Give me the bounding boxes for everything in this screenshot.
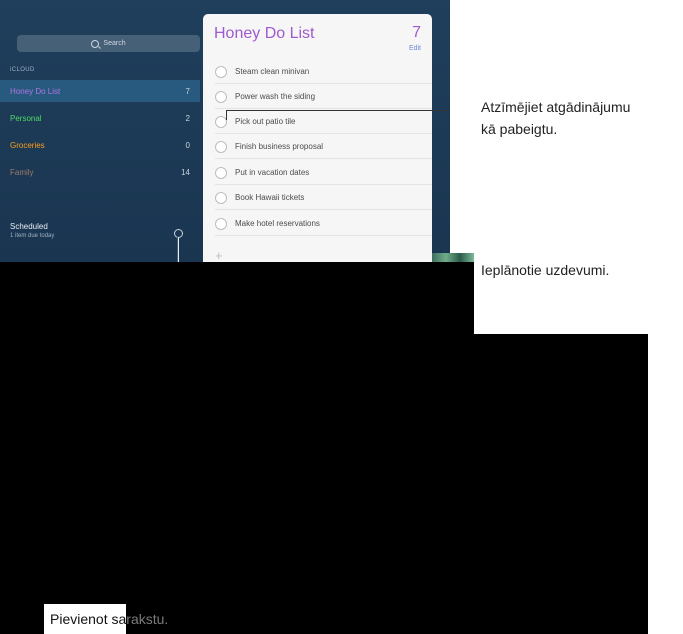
reminder-list-panel: Honey Do List 7 Edit Steam clean minivan…	[203, 14, 432, 262]
section-label-icloud: iCLOUD	[10, 67, 35, 73]
sidebar-item-family[interactable]: Family 14	[0, 161, 200, 183]
callout-scheduled-tasks: Ieplānotie uzdevumi.	[481, 262, 610, 278]
complete-checkbox[interactable]	[215, 166, 227, 179]
sidebar-item-count: 7	[185, 86, 190, 96]
reminder-row[interactable]: Put in vacation dates	[215, 161, 432, 185]
add-reminder-button[interactable]: +	[215, 248, 223, 262]
reminders-screenshot: Search iCLOUD Honey Do List 7 Personal 2…	[0, 0, 450, 262]
sidebar-item-count: 2	[185, 113, 190, 123]
reminder-text: Finish business proposal	[235, 142, 324, 151]
sidebar-item-count: 0	[185, 140, 190, 150]
reminder-row[interactable]: Steam clean minivan	[215, 60, 432, 84]
search-placeholder: Search	[103, 40, 126, 47]
callout-add-list: Pievienot sa rakstu.	[44, 604, 169, 634]
callout-line-1: Atzīmējiet atgādinājumu	[481, 99, 631, 115]
reminder-text: Power wash the siding	[235, 92, 316, 101]
complete-checkbox[interactable]	[215, 217, 227, 230]
complete-checkbox[interactable]	[215, 65, 227, 78]
reminder-text: Put in vacation dates	[235, 168, 310, 177]
sidebar-item-groceries[interactable]: Groceries 0	[0, 134, 200, 156]
decorative-strip	[432, 253, 474, 262]
sidebar-item-personal[interactable]: Personal 2	[0, 107, 200, 129]
redacted-area	[0, 262, 474, 334]
list-count: 7	[412, 24, 421, 41]
scheduled-title: Scheduled	[10, 222, 48, 231]
reminder-text: Book Hawaii tickets	[235, 193, 305, 202]
complete-checkbox[interactable]	[215, 90, 227, 103]
sidebar-item-label: Groceries	[10, 140, 45, 150]
complete-checkbox[interactable]	[215, 140, 227, 153]
reminder-text: Pick out patio tile	[235, 117, 296, 126]
scheduled-item[interactable]: Scheduled 1 item due today	[10, 222, 190, 239]
scheduled-subtitle: 1 item due today	[10, 233, 55, 239]
list-title: Honey Do List	[214, 25, 315, 42]
callout-add-list-faded: rakstu.	[126, 611, 169, 627]
callout-line-2: kā pabeigtu.	[481, 121, 558, 137]
sidebar-item-count: 14	[181, 167, 190, 177]
reminder-text: Make hotel reservations	[235, 219, 320, 228]
complete-checkbox[interactable]	[215, 191, 227, 204]
edit-button[interactable]: Edit	[409, 45, 421, 52]
sidebar-item-honey-do-list[interactable]: Honey Do List 7	[0, 80, 200, 102]
sidebar: Search iCLOUD Honey Do List 7 Personal 2…	[0, 0, 200, 262]
redacted-area	[0, 334, 648, 634]
reminder-text: Steam clean minivan	[235, 67, 310, 76]
sidebar-item-label: Personal	[10, 113, 42, 123]
sidebar-item-label: Honey Do List	[10, 86, 61, 96]
reminder-row[interactable]: Book Hawaii tickets	[215, 186, 432, 210]
search-field[interactable]: Search	[17, 35, 200, 52]
reminder-row[interactable]: Finish business proposal	[215, 135, 432, 159]
search-icon	[91, 39, 100, 48]
callout-line	[226, 110, 450, 111]
reminder-row[interactable]: Power wash the siding	[215, 85, 432, 109]
callout-hook	[226, 110, 227, 120]
callout-pointer-line	[177, 237, 179, 262]
callout-mark-complete: Atzīmējiet atgādinājumu kā pabeigtu.	[481, 96, 681, 140]
reminder-row[interactable]: Make hotel reservations	[215, 212, 432, 236]
reminder-row[interactable]: Pick out patio tile	[215, 110, 432, 134]
sidebar-item-label: Family	[10, 167, 34, 177]
callout-add-list-visible: Pievienot sa	[44, 604, 127, 634]
